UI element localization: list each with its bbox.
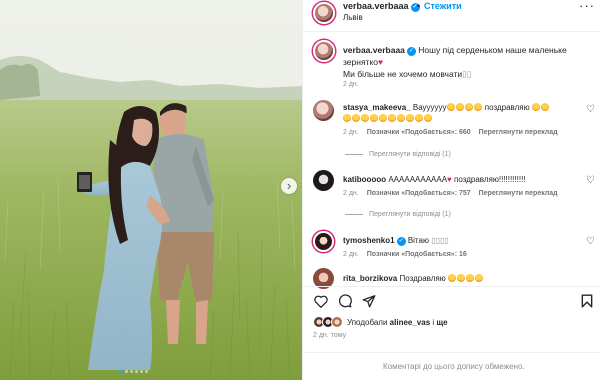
comment-time: 2 дн. [343,251,359,258]
carousel-dot [120,370,123,373]
view-replies-button[interactable]: Переглянути відповіді (1) [345,151,451,158]
see-translation-link[interactable]: Переглянути переклад [479,190,558,197]
comment-time: 2 дн. [343,190,359,197]
heart-icon[interactable]: ♡ [586,175,595,186]
follow-button[interactable]: Стежити [424,1,462,11]
heart-icon[interactable]: ♡ [586,104,595,115]
post-location[interactable]: Львів [343,13,363,22]
comments-restricted-text: Коментарі до цього допису обмежено. [383,362,525,371]
comment-username[interactable]: katibooooo [343,175,386,184]
caption-time: 2 дн. [343,81,359,88]
red-heart-emoji-icon: ♥ [447,175,452,184]
instagram-post-modal: › verbaa.verbaaa ✓ • Стежити Львів ··· ve… [0,0,600,380]
carousel-dot [130,370,133,373]
next-photo-button[interactable]: › [281,178,297,194]
carousel-dots [120,370,148,373]
bookmark-icon [581,294,593,308]
emoji-icon [447,274,484,283]
comment-icon [338,294,352,308]
see-translation-link[interactable]: Переглянути переклад [479,129,558,136]
share-icon [362,295,376,308]
comment-username[interactable]: rita_borzikova [343,274,397,283]
comment-avatar[interactable] [313,100,334,121]
comment-likes-count[interactable]: Позначки «Подобається»: 757 [367,190,471,197]
red-heart-emoji-icon: ♥ [378,57,384,67]
comments-restricted-footer: Коментарі до цього допису обмежено. [303,352,600,380]
comment-likes-count[interactable]: Позначки «Подобається»: 660 [367,129,471,136]
author-avatar[interactable] [313,2,335,24]
carousel-dot [135,370,138,373]
liker-username[interactable]: alinee_vas [390,318,430,327]
comment-button[interactable] [337,293,353,309]
comment-likes-count[interactable]: Позначки «Подобається»: 16 [367,251,467,258]
emoji-icon [446,103,483,112]
post-photo: › [0,0,302,380]
share-button[interactable] [361,293,377,309]
post-side-panel: verbaa.verbaaa ✓ • Стежити Львів ··· verb… [302,0,600,380]
caption-text: verbaa.verbaaa ✓ Ношу під серденьком наше… [343,45,567,79]
view-replies-button[interactable]: Переглянути відповіді (1) [345,211,451,218]
post-actions-bar [303,286,600,314]
caption-avatar[interactable] [313,40,335,62]
comment-avatar[interactable] [313,170,334,191]
comment-avatar[interactable] [313,231,334,252]
emoji-icon: ▯▯▯▯ [431,236,449,245]
separator-dot: • [417,1,421,11]
heart-icon [314,295,328,308]
post-timestamp: 2 дн. тому [313,332,347,339]
carousel-dot [145,370,148,373]
caption-username[interactable]: verbaa.verbaaa [343,45,405,55]
likes-others-link[interactable]: ще [436,318,447,327]
more-options-button[interactable]: ··· [579,0,595,13]
liker-avatar[interactable] [331,316,343,328]
likes-text: Уподобали alinee_vas і ще [347,318,448,327]
carousel-dot [125,370,128,373]
emoji-icon: ▯▯ [462,69,472,79]
comment-time: 2 дн. [343,129,359,136]
chevron-right-icon: › [286,178,292,193]
author-username[interactable]: verbaa.verbaaa ✓ [343,1,420,12]
save-button[interactable] [579,293,595,309]
heart-icon[interactable]: ♡ [586,236,595,247]
comment-username[interactable]: tymoshenko1 [343,236,395,245]
carousel-dot [140,370,143,373]
verified-badge-icon: ✓ [406,47,416,56]
post-header: verbaa.verbaaa ✓ • Стежити Львів ··· [303,0,600,32]
comment-username[interactable]: stasya_makeeva_ [343,103,411,112]
like-button[interactable] [313,293,329,309]
verified-badge-icon: ✓ [396,237,406,246]
